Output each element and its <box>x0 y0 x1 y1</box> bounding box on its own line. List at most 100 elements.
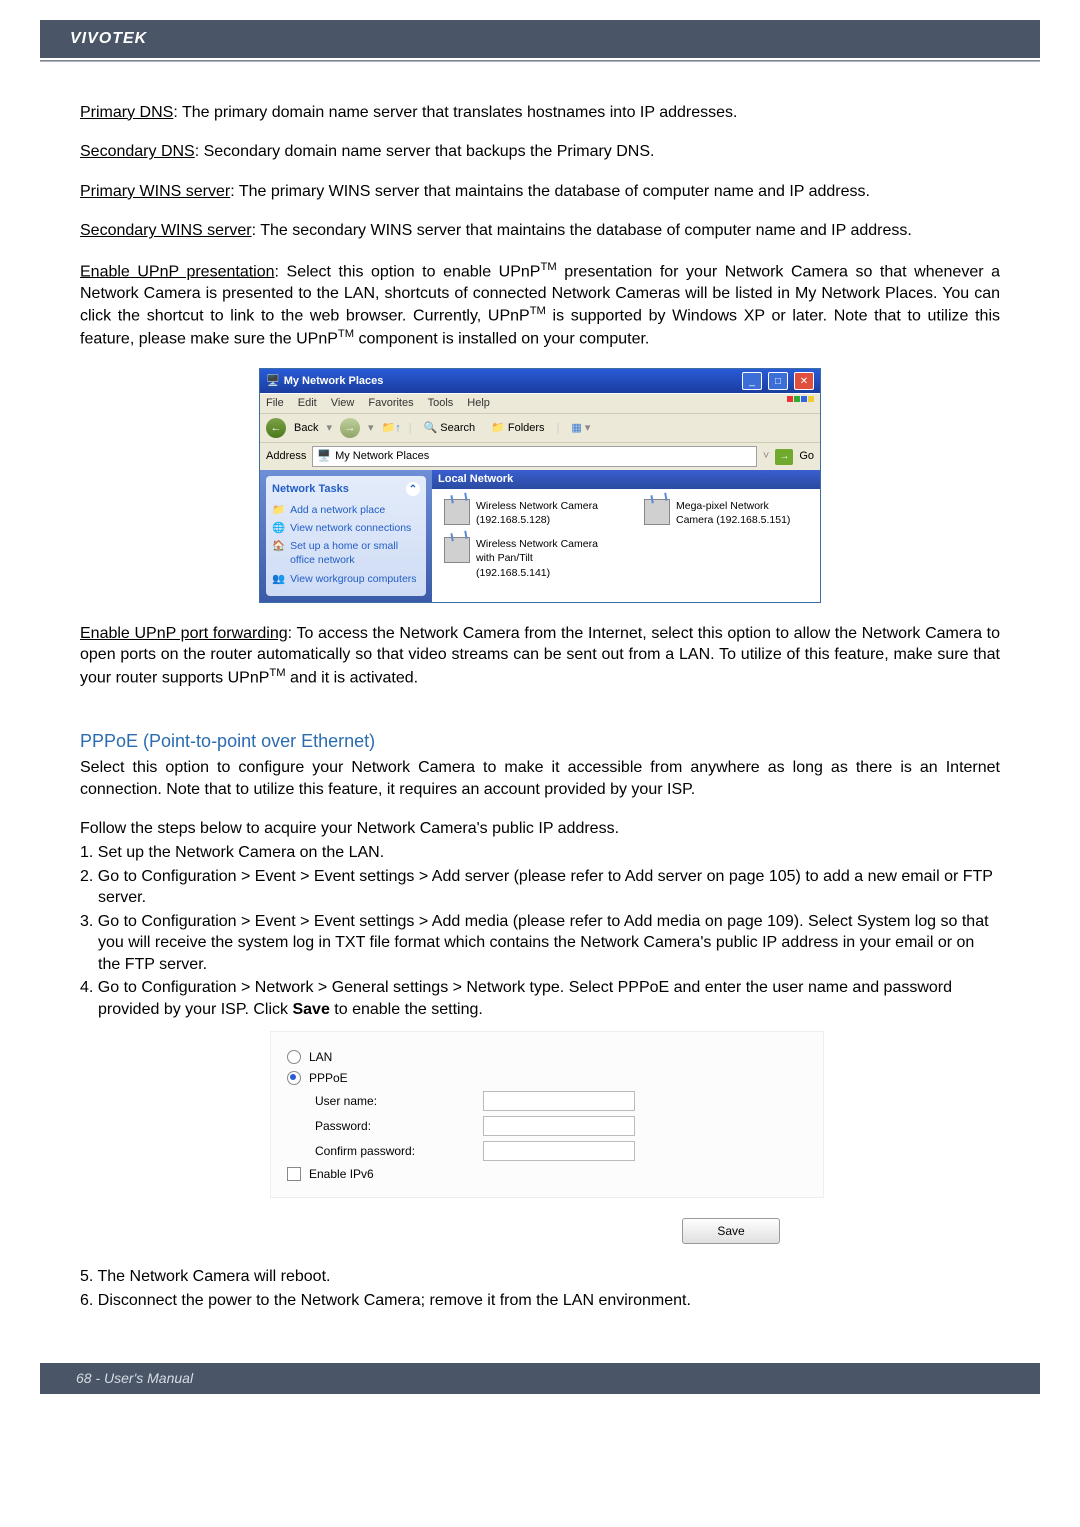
input-confirm-password[interactable] <box>483 1141 635 1161</box>
menu-tools[interactable]: Tools <box>428 396 454 411</box>
camera-icon <box>644 499 670 525</box>
para-primary-wins: Primary WINS server: The primary WINS se… <box>80 181 1000 203</box>
workgroup-icon: 👥 <box>272 572 285 586</box>
para-secondary-wins: Secondary WINS server: The secondary WIN… <box>80 220 1000 242</box>
tm-superscript: TM <box>540 261 556 273</box>
save-button[interactable]: Save <box>682 1218 780 1244</box>
tm-superscript: TM <box>338 328 354 340</box>
label-password: Password: <box>287 1118 475 1134</box>
label-lan: LAN <box>309 1049 332 1065</box>
pppoe-step6: 6. Disconnect the power to the Network C… <box>80 1290 1000 1312</box>
address-bar: Address 🖥️ My Network Places ˅ → Go <box>260 442 820 470</box>
pppoe-step3: 3. Go to Configuration > Event > Event s… <box>80 911 1000 976</box>
term-upnp-forwarding: Enable UPnP port forwarding <box>80 625 288 642</box>
camera-icon <box>444 537 470 563</box>
camera-icon <box>444 499 470 525</box>
screenshot-network-places: 🖥️ My Network Places _ □ ✕ File Edit Vie… <box>259 368 821 602</box>
window-titlebar: 🖥️ My Network Places _ □ ✕ <box>260 369 820 393</box>
address-dropdown-icon[interactable]: ˅ <box>763 449 769 464</box>
camera-label: Wireless Network Camera with Pan/Tilt (1… <box>476 537 604 580</box>
app-icon: 🖥️ <box>266 374 280 389</box>
minimize-button[interactable]: _ <box>742 372 762 390</box>
para-upnp-forwarding: Enable UPnP port forwarding: To access t… <box>80 623 1000 689</box>
term-primary-dns: Primary DNS <box>80 104 173 121</box>
tm-superscript: TM <box>269 667 285 679</box>
label-pppoe: PPPoE <box>309 1070 348 1086</box>
menu-bar: File Edit View Favorites Tools Help <box>260 393 820 413</box>
address-field[interactable]: 🖥️ My Network Places <box>312 446 757 467</box>
search-button[interactable]: 🔍Search <box>420 419 480 438</box>
back-label: Back <box>294 421 318 436</box>
network-tasks-panel: Network Tasks ⌃ 📁Add a network place 🌐Vi… <box>266 476 426 596</box>
side-panel: Network Tasks ⌃ 📁Add a network place 🌐Vi… <box>260 470 432 602</box>
tasks-header: Network Tasks <box>272 482 349 497</box>
menu-file[interactable]: File <box>266 396 284 411</box>
checkbox-ipv6[interactable] <box>287 1167 301 1181</box>
radio-pppoe[interactable] <box>287 1071 301 1085</box>
label-ipv6: Enable IPv6 <box>309 1166 374 1182</box>
windows-flag-icon <box>787 396 814 411</box>
pppoe-step2: 2. Go to Configuration > Event > Event s… <box>80 866 1000 909</box>
address-label: Address <box>266 449 306 464</box>
setup-icon: 🏠 <box>272 539 285 567</box>
footer-text: 68 - User's Manual <box>76 1370 193 1386</box>
forward-button[interactable]: → <box>340 418 360 438</box>
page-footer: 68 - User's Manual <box>40 1363 1040 1394</box>
para-secondary-dns: Secondary DNS: Secondary domain name ser… <box>80 141 1000 163</box>
term-primary-wins: Primary WINS server <box>80 183 230 200</box>
task-add-place[interactable]: 📁Add a network place <box>272 503 420 517</box>
input-password[interactable] <box>483 1116 635 1136</box>
section-local-network: Local Network <box>432 470 820 489</box>
go-label: Go <box>799 449 814 464</box>
pppoe-step5: 5. The Network Camera will reboot. <box>80 1266 1000 1288</box>
para-upnp-presentation: Enable UPnP presentation: Select this op… <box>80 260 1000 350</box>
pppoe-step1: 1. Set up the Network Camera on the LAN. <box>80 842 1000 864</box>
toolbar: ← Back ▾ → ▾ 📁↑ | 🔍Search 📁Folders | ▦▾ <box>260 413 820 442</box>
camera-label: Mega-pixel Network Camera (192.168.5.151… <box>676 499 804 527</box>
maximize-button[interactable]: □ <box>768 372 788 390</box>
page-content: Primary DNS: The primary domain name ser… <box>40 62 1040 1334</box>
tm-superscript: TM <box>530 305 546 317</box>
window-title: My Network Places <box>284 374 736 389</box>
pppoe-step4: 4. Go to Configuration > Network > Gener… <box>80 977 1000 1020</box>
views-icon: ▦ <box>571 421 581 436</box>
network-places-icon: 🖥️ <box>317 449 331 464</box>
search-icon: 🔍 <box>424 421 438 436</box>
term-secondary-wins: Secondary WINS server <box>80 222 252 239</box>
label-username: User name: <box>287 1093 475 1109</box>
input-username[interactable] <box>483 1091 635 1111</box>
section-title-pppoe: PPPoE (Point-to-point over Ethernet) <box>80 729 1000 753</box>
task-setup-network[interactable]: 🏠Set up a home or small office network <box>272 539 420 567</box>
close-button[interactable]: ✕ <box>794 372 814 390</box>
term-secondary-dns: Secondary DNS <box>80 143 195 160</box>
pppoe-follow: Follow the steps below to acquire your N… <box>80 818 1000 840</box>
task-view-connections[interactable]: 🌐View network connections <box>272 521 420 535</box>
main-pane: Local Network Wireless Network Camera (1… <box>432 470 820 602</box>
views-button[interactable]: ▦▾ <box>567 419 594 438</box>
menu-help[interactable]: Help <box>467 396 490 411</box>
page-header: VIVOTEK <box>40 20 1040 58</box>
camera-shortcut[interactable]: Wireless Network Camera (192.168.5.128) <box>444 499 604 527</box>
go-button[interactable]: → <box>775 449 793 465</box>
collapse-icon[interactable]: ⌃ <box>406 482 420 496</box>
back-button[interactable]: ← <box>266 418 286 438</box>
menu-favorites[interactable]: Favorites <box>368 396 413 411</box>
folders-button[interactable]: 📁Folders <box>487 419 548 438</box>
screenshot-pppoe-form: LAN PPPoE User name: Password: Confirm p… <box>270 1031 824 1199</box>
folders-icon: 📁 <box>491 421 505 436</box>
label-confirm-password: Confirm password: <box>287 1143 475 1159</box>
menu-edit[interactable]: Edit <box>298 396 317 411</box>
radio-lan[interactable] <box>287 1050 301 1064</box>
camera-shortcut[interactable]: Wireless Network Camera with Pan/Tilt (1… <box>444 537 604 580</box>
term-upnp-presentation: Enable UPnP presentation <box>80 263 275 280</box>
add-place-icon: 📁 <box>272 503 285 517</box>
para-primary-dns: Primary DNS: The primary domain name ser… <box>80 102 1000 124</box>
pppoe-intro: Select this option to configure your Net… <box>80 757 1000 800</box>
camera-label: Wireless Network Camera (192.168.5.128) <box>476 499 604 527</box>
menu-view[interactable]: View <box>331 396 355 411</box>
up-button[interactable]: 📁↑ <box>382 421 401 436</box>
connections-icon: 🌐 <box>272 521 285 535</box>
brand-logo: VIVOTEK <box>70 30 147 47</box>
task-view-workgroup[interactable]: 👥View workgroup computers <box>272 572 420 586</box>
camera-shortcut[interactable]: Mega-pixel Network Camera (192.168.5.151… <box>644 499 804 527</box>
